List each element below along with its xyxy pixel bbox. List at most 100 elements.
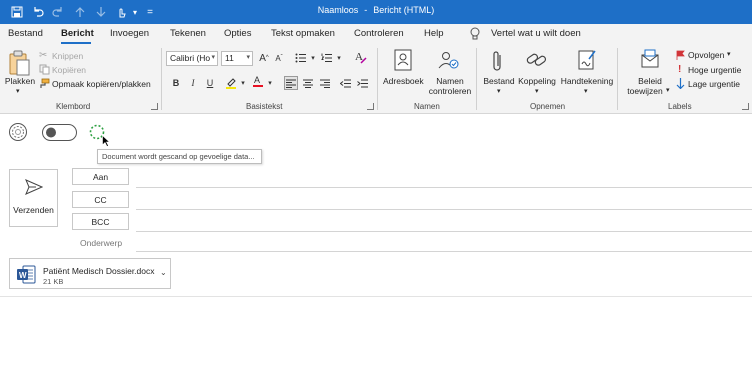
low-importance-button[interactable]: Lage urgentie — [688, 79, 740, 89]
follow-up-button[interactable]: Opvolgen — [688, 50, 724, 60]
shrink-font-icon[interactable]: Aˇ — [272, 51, 286, 65]
italic-icon[interactable]: I — [186, 76, 200, 90]
font-name-combo[interactable]: Calibri (Ho ▾ — [166, 51, 218, 66]
group-label-basistekst: Basistekst — [246, 102, 283, 111]
group-label-opnemen: Opnemen — [530, 102, 566, 111]
underline-icon[interactable]: U — [203, 76, 217, 90]
cc-field[interactable] — [136, 209, 752, 210]
font-size-value: 11 — [225, 53, 234, 63]
attachment-name: Patiënt Medisch Dossier.docx — [43, 266, 155, 276]
group-separator — [377, 48, 378, 110]
lightbulb-icon — [470, 27, 480, 42]
paste-dropdown-icon[interactable]: ▾ — [16, 87, 20, 95]
mouse-cursor-icon — [102, 134, 111, 149]
send-button[interactable]: Verzenden — [9, 169, 58, 227]
chevron-down-icon: ▾ — [211, 54, 215, 61]
format-painter-button[interactable]: Opmaak kopiëren/plakken — [52, 79, 151, 89]
chevron-down-icon[interactable]: ▾ — [236, 76, 250, 90]
group-label-namen: Namen — [414, 102, 440, 111]
assign-policy-line1[interactable]: Beleid — [628, 76, 672, 86]
tab-opties[interactable]: Opties — [224, 28, 251, 39]
title-separator: - — [364, 5, 368, 15]
attach-file-icon[interactable] — [491, 49, 505, 75]
high-importance-button[interactable]: Hoge urgentie — [688, 65, 741, 75]
attachment-card[interactable]: W Patiënt Medisch Dossier.docx 21 KB ⌄ — [9, 258, 171, 289]
chevron-down-icon[interactable]: ▾ — [584, 87, 588, 95]
subject-field[interactable] — [136, 251, 752, 252]
chevron-down-icon: ▾ — [246, 54, 250, 61]
chevron-down-icon[interactable]: ▾ — [332, 51, 346, 65]
attach-file-button[interactable]: Bestand — [481, 76, 517, 86]
message-body-divider — [0, 296, 752, 297]
ribbon: Plakken ▾ ✂ Knippen Kopiëren Opmaak kopi… — [0, 44, 752, 114]
attachment-size: 21 KB — [43, 277, 64, 286]
tab-controleren[interactable]: Controleren — [354, 28, 404, 39]
bold-icon[interactable]: B — [169, 76, 183, 90]
clear-formatting-icon[interactable]: A — [354, 50, 368, 64]
font-launcher-icon[interactable] — [367, 103, 374, 110]
group-label-labels: Labels — [668, 102, 692, 111]
decrease-indent-icon[interactable] — [338, 76, 352, 90]
cut-button[interactable]: Knippen — [52, 51, 83, 61]
cc-button[interactable]: CC — [72, 191, 129, 208]
align-center-icon[interactable] — [301, 76, 315, 90]
chevron-down-icon[interactable]: ▾ — [263, 76, 277, 90]
signature-icon[interactable] — [577, 49, 597, 73]
group-separator — [161, 48, 162, 110]
font-size-combo[interactable]: 11 ▾ — [221, 51, 253, 66]
paste-icon[interactable] — [8, 50, 30, 78]
chevron-down-icon[interactable]: ▾ — [727, 50, 731, 58]
viva-insights-icon[interactable] — [8, 122, 28, 144]
chevron-down-icon[interactable]: ▾ — [306, 51, 320, 65]
check-names-icon[interactable] — [438, 49, 460, 73]
assign-policy-line2[interactable]: toewijzen — [623, 86, 667, 96]
link-icon[interactable] — [526, 50, 548, 72]
tags-launcher-icon[interactable] — [742, 103, 749, 110]
align-right-icon[interactable] — [318, 76, 332, 90]
toggle-switch[interactable] — [42, 124, 77, 143]
title-document: Bericht (HTML) — [373, 5, 435, 15]
tab-bestand[interactable]: Bestand — [8, 28, 43, 39]
flag-icon — [676, 50, 685, 62]
chevron-down-icon[interactable]: ▾ — [535, 87, 539, 95]
address-book-button[interactable]: Adresboek — [383, 76, 424, 86]
increase-indent-icon[interactable] — [355, 76, 369, 90]
svg-text:W: W — [19, 271, 27, 280]
ribbon-tabs: Bestand Bericht Invoegen Tekenen Opties … — [0, 24, 752, 44]
low-importance-icon — [676, 78, 685, 91]
window-title: Naamloos - Bericht (HTML) — [0, 5, 752, 15]
address-book-icon[interactable] — [393, 49, 413, 73]
tab-bericht[interactable]: Bericht — [61, 28, 94, 39]
title-app: Naamloos — [317, 5, 359, 15]
chevron-down-icon[interactable]: ▾ — [497, 87, 501, 95]
group-label-klembord: Klembord — [56, 102, 91, 111]
send-icon — [25, 179, 44, 197]
grow-font-icon[interactable]: A ^ — [257, 51, 271, 65]
bcc-button[interactable]: BCC — [72, 213, 129, 230]
tab-invoegen[interactable]: Invoegen — [110, 28, 149, 39]
signature-button[interactable]: Handtekening — [559, 76, 615, 86]
format-painter-icon — [38, 78, 50, 91]
assign-policy-icon[interactable] — [640, 49, 660, 73]
bcc-field[interactable] — [136, 231, 752, 232]
paste-button[interactable]: Plakken — [4, 76, 36, 86]
to-field[interactable] — [136, 187, 752, 188]
clipboard-launcher-icon[interactable] — [151, 103, 158, 110]
chevron-down-icon[interactable]: ▾ — [666, 86, 670, 94]
link-button[interactable]: Koppeling — [516, 76, 558, 86]
align-left-icon[interactable] — [284, 76, 298, 90]
subject-label: Onderwerp — [80, 238, 123, 248]
title-bar: ▾ = Naamloos - Bericht (HTML) — [0, 0, 752, 24]
tab-help[interactable]: Help — [424, 28, 444, 39]
tab-tekst-opmaken[interactable]: Tekst opmaken — [271, 28, 335, 39]
scissors-icon: ✂ — [39, 50, 48, 61]
copy-button[interactable]: Kopiëren — [52, 65, 86, 75]
tab-tekenen[interactable]: Tekenen — [170, 28, 206, 39]
chevron-down-icon[interactable]: ⌄ — [160, 268, 167, 277]
check-names-line2[interactable]: controleren — [426, 86, 474, 96]
check-names-line1[interactable]: Namen — [428, 76, 472, 86]
group-separator — [476, 48, 477, 110]
tell-me-search[interactable]: Vertel wat u wilt doen — [491, 28, 581, 39]
scan-tooltip: Document wordt gescand op gevoelige data… — [97, 149, 262, 164]
to-button[interactable]: Aan — [72, 168, 129, 185]
